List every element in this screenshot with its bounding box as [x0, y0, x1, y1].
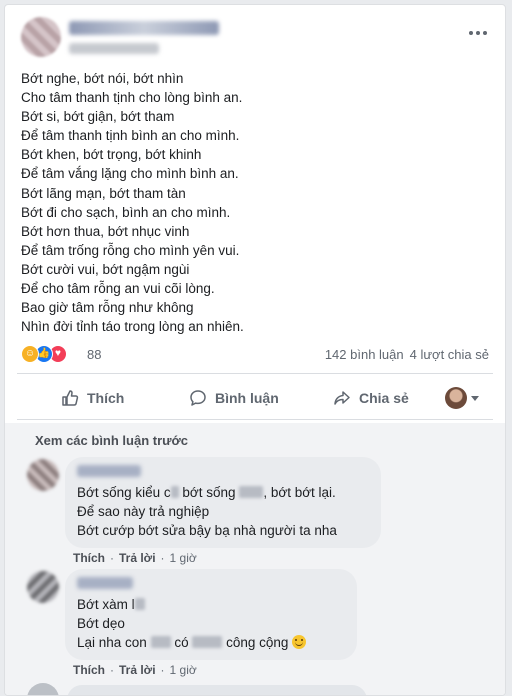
- viewer-selector[interactable]: [445, 387, 479, 409]
- poem-line: Để tâm vắng lặng cho mình bình an.: [21, 166, 239, 182]
- poem-line: Bớt hơn thua, bớt nhục vinh: [21, 223, 190, 239]
- poem-line: Cho tâm thanh tịnh cho lòng bình an.: [21, 90, 243, 106]
- redacted-text: [134, 598, 145, 610]
- comments-section: Xem các bình luận trước Bớt sống kiểu c …: [5, 423, 505, 695]
- poem-line: Bớt lãng mạn, bớt tham tàn: [21, 185, 186, 201]
- poem-line: Bớt nghe, bớt nói, bớt nhìn: [21, 71, 184, 86]
- viewer-avatar: [445, 387, 467, 409]
- poem-line: Bớt si, bớt giận, bớt tham: [21, 109, 175, 125]
- poem-line: Để cho tâm rỗng an vui cõi lòng.: [21, 281, 215, 297]
- poem-line: Bớt đi cho sạch, bình an cho mình.: [21, 204, 231, 220]
- more-horizontal-icon[interactable]: [469, 31, 487, 35]
- comment-actions: Thích · Trả lời · 1 giờ: [73, 663, 197, 677]
- comment-bubble: Bớt sống kiểu c bớt sống , bớt bớt lại. …: [65, 457, 381, 548]
- chevron-down-icon: [471, 395, 479, 401]
- like-label: Thích: [87, 390, 125, 406]
- comment-line: Lại nha con có công cộng: [77, 633, 345, 652]
- comment-reply-link[interactable]: Trả lời: [119, 551, 156, 565]
- commenter-avatar[interactable]: [27, 459, 59, 491]
- poem-line: Để tâm thanh tịnh bình an cho mình.: [21, 128, 240, 144]
- commenter-name-redacted[interactable]: [77, 577, 133, 589]
- smile-emoji-icon: [292, 635, 307, 649]
- thumbs-up-icon: [62, 390, 79, 406]
- post-actions: Thích Bình luận Chia sẻ: [17, 381, 493, 415]
- comment-time[interactable]: 1 giờ: [170, 551, 197, 565]
- redacted-text: [239, 486, 264, 498]
- post-card: Bớt nghe, bớt nói, bớt nhìn Cho tâm thanh…: [4, 4, 506, 696]
- post-header: [17, 17, 493, 65]
- separator: ·: [160, 663, 165, 677]
- comment-bubble: [67, 685, 367, 695]
- reaction-icons[interactable]: ☺ 👍 ♥: [21, 345, 67, 363]
- divider: [17, 419, 493, 420]
- comment-button[interactable]: Bình luận: [189, 389, 279, 407]
- reaction-count[interactable]: 88: [87, 347, 101, 362]
- comment-count[interactable]: 142 bình luận: [325, 347, 404, 362]
- post-text: Bớt nghe, bớt nói, bớt nhìn Cho tâm thanh…: [21, 69, 491, 336]
- post-stats: ☺ 👍 ♥ 88 142 bình luận 4 lượt chia sẻ: [17, 343, 493, 367]
- comment-reply-link[interactable]: Trả lời: [119, 663, 156, 677]
- share-label: Chia sẻ: [359, 390, 409, 406]
- author-avatar[interactable]: [21, 17, 61, 57]
- comment-label: Bình luận: [215, 390, 279, 406]
- redacted-text: [150, 636, 171, 648]
- redacted-text: [192, 636, 223, 648]
- redacted-text: [170, 486, 179, 498]
- poem-line: Nhìn đời tỉnh táo trong lòng an nhiên.: [21, 319, 244, 335]
- divider: [17, 373, 493, 374]
- poem-line: Bớt khen, bớt trọng, bớt khinh: [21, 147, 202, 163]
- post-meta-redacted: [69, 43, 159, 54]
- comment-line: Để sao này trả nghiệp: [77, 504, 210, 519]
- poem-line: Để tâm trống rỗng cho mình yên vui.: [21, 242, 240, 258]
- share-button[interactable]: Chia sẻ: [333, 389, 409, 407]
- commenter-avatar[interactable]: [27, 571, 59, 603]
- like-button[interactable]: Thích: [61, 389, 124, 407]
- comment-bubble: Bớt xàm l Bớt dẹo Lại nha con có công cộ…: [65, 569, 357, 660]
- comment-line: Bớt sống kiểu c bớt sống , bớt bớt lại.: [77, 485, 336, 500]
- separator: ·: [110, 663, 114, 677]
- comment-icon: [190, 390, 206, 406]
- comment-actions: Thích · Trả lời · 1 giờ: [73, 551, 197, 565]
- comment-line: Bớt cướp bớt sửa bậy bạ nhà người ta nha: [77, 523, 337, 538]
- comment-time[interactable]: 1 giờ: [170, 663, 197, 677]
- see-previous-comments-link[interactable]: Xem các bình luận trước: [35, 433, 188, 448]
- comment-like-link[interactable]: Thích: [73, 551, 105, 565]
- poem-line: Bao giờ tâm rỗng như không: [21, 300, 194, 316]
- comment-like-link[interactable]: Thích: [73, 663, 105, 677]
- separator: ·: [160, 551, 165, 565]
- share-icon: [334, 391, 350, 405]
- comment-line: Bớt dẹo: [77, 616, 125, 631]
- commenter-avatar[interactable]: [27, 683, 59, 695]
- comment-line: Bớt xàm l: [77, 595, 345, 614]
- haha-icon: ☺: [21, 345, 39, 363]
- share-count[interactable]: 4 lượt chia sẻ: [410, 347, 489, 362]
- poem-line: Bớt cười vui, bớt ngậm ngùi: [21, 261, 190, 277]
- commenter-name-redacted[interactable]: [77, 465, 141, 477]
- separator: ·: [110, 551, 114, 565]
- author-name-redacted[interactable]: [69, 21, 219, 35]
